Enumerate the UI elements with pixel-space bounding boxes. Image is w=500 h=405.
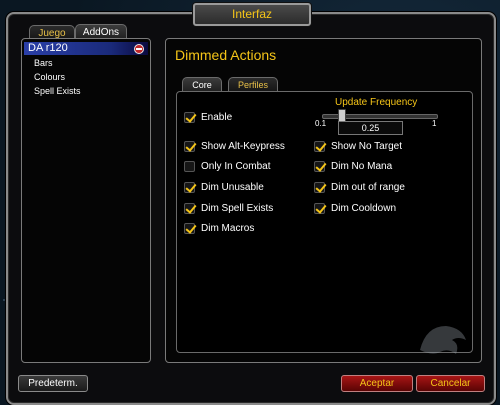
checkbox-checked-icon <box>314 202 325 214</box>
only-in-combat-label: Only In Combat <box>201 160 271 172</box>
dim-macros-checkbox[interactable]: Dim Macros <box>184 221 254 235</box>
addon-list-item-da[interactable]: DA r120 <box>24 42 148 55</box>
checkbox-checked-icon <box>184 181 195 193</box>
accept-button[interactable]: Aceptar <box>341 375 413 392</box>
addon-list-item-label: DA r120 <box>28 42 68 54</box>
checkbox-unchecked-icon <box>184 160 195 172</box>
checkbox-checked-icon <box>314 160 325 172</box>
only-in-combat-checkbox[interactable]: Only In Combat <box>184 159 270 173</box>
dim-unusable-label: Dim Unusable <box>201 181 264 193</box>
show-alt-keypress-label: Show Alt-Keypress <box>201 140 285 152</box>
dim-unusable-checkbox[interactable]: Dim Unusable <box>184 180 264 194</box>
defaults-button[interactable]: Predeterm. <box>18 375 88 392</box>
addon-list-panel: DA r120 Bars Colours Spell Exists <box>21 38 151 363</box>
collapse-icon[interactable] <box>134 44 144 54</box>
checkbox-checked-icon <box>184 111 195 123</box>
show-no-target-checkbox[interactable]: Show No Target <box>314 139 402 153</box>
dim-macros-label: Dim Macros <box>201 222 255 234</box>
show-no-target-label: Show No Target <box>331 140 402 152</box>
checkbox-checked-icon <box>184 222 195 234</box>
dim-no-mana-label: Dim No Mana <box>331 160 393 172</box>
dim-cooldown-label: Dim Cooldown <box>331 202 397 214</box>
cancel-button[interactable]: Cancelar <box>416 375 485 392</box>
dim-spell-exists-checkbox[interactable]: Dim Spell Exists <box>184 201 273 215</box>
slider-min-label: 0.1 <box>315 119 327 128</box>
dim-out-of-range-label: Dim out of range <box>331 181 405 193</box>
dim-out-of-range-checkbox[interactable]: Dim out of range <box>314 180 405 194</box>
watermark-logo-icon <box>420 326 466 354</box>
addon-list-item-colours[interactable]: Colours <box>34 72 160 82</box>
slider-max-label: 1 <box>432 119 437 128</box>
checkbox-checked-icon <box>314 140 325 152</box>
panel-title: Dimmed Actions <box>175 47 277 63</box>
addon-list-item-spell-exists[interactable]: Spell Exists <box>34 86 160 96</box>
enable-checkbox[interactable]: Enable <box>184 110 232 124</box>
dim-no-mana-checkbox[interactable]: Dim No Mana <box>314 159 392 173</box>
addon-list-item-bars[interactable]: Bars <box>34 58 160 68</box>
tab-perfiles[interactable]: Perfiles <box>228 77 278 92</box>
update-frequency-input[interactable]: 0.25 <box>338 121 403 135</box>
checkbox-checked-icon <box>314 181 325 193</box>
show-alt-keypress-checkbox[interactable]: Show Alt-Keypress <box>184 139 285 153</box>
checkbox-checked-icon <box>184 140 195 152</box>
window-title: Interfaz <box>193 3 311 26</box>
update-frequency-label: Update Frequency <box>335 97 418 108</box>
enable-label: Enable <box>201 111 233 123</box>
dim-cooldown-checkbox[interactable]: Dim Cooldown <box>314 201 396 215</box>
dim-spell-exists-label: Dim Spell Exists <box>201 202 274 214</box>
checkbox-checked-icon <box>184 202 195 214</box>
